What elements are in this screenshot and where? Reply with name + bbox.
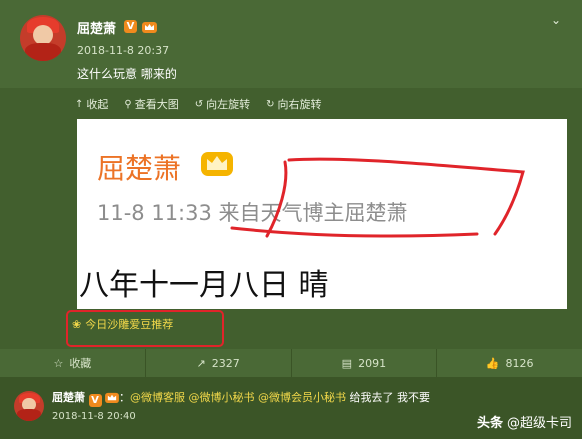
view-large-button[interactable]: ⚲ 查看大图: [124, 95, 178, 113]
commenter-avatar[interactable]: [14, 391, 44, 421]
clover-icon: ❀: [72, 317, 82, 331]
watermark: 头条 @超级卡司: [477, 412, 572, 431]
zoom-icon: ⚲: [124, 98, 132, 110]
weibo-post-card: 屈楚萧 V 2018-11-8 20:37 ⌄ 这什么玩意 哪来的 ↑ 收起 ⚲ 查…: [0, 0, 582, 439]
vip-crown-icon: [142, 22, 157, 33]
collapse-button[interactable]: ↑ 收起: [75, 95, 108, 113]
verified-badge-icon: V: [124, 20, 137, 33]
like-count: 8126: [505, 356, 534, 370]
repost-icon: ↗: [196, 356, 206, 370]
action-bar: ☆ 收藏 ↗ 2327 ▤ 2091 👍 8126: [0, 349, 582, 377]
repost-count: 2327: [211, 356, 240, 370]
watermark-brand: 头条: [476, 416, 503, 431]
comment-count: 2091: [358, 356, 387, 370]
post-time: 2018-11-8 20:37: [77, 44, 170, 57]
vip-crown-icon: [105, 392, 119, 403]
post-image[interactable]: 屈楚萧 11-8 11:33 来自天气博主屈楚萧 八年十一月八日 晴: [77, 119, 567, 309]
thumbs-up-icon: 👍: [485, 356, 500, 370]
author-avatar[interactable]: [20, 15, 66, 61]
image-toolbar: ↑ 收起 ⚲ 查看大图 ↺ 向左旋转 ↻ 向右旋转: [75, 95, 322, 113]
rotate-right-label: 向右旋转: [277, 98, 322, 111]
rotate-left-button[interactable]: ↺ 向左旋转: [195, 95, 250, 113]
comment-time: 2018-11-8 20:40: [52, 411, 136, 422]
like-button[interactable]: 👍 8126: [437, 349, 582, 377]
comment-body: 给我去了 我不要: [346, 391, 430, 404]
image-date-line: 八年十一月八日 晴: [79, 268, 329, 303]
rotate-right-button[interactable]: ↻ 向右旋转: [266, 95, 321, 113]
chevron-down-icon[interactable]: ⌄: [550, 14, 562, 26]
view-large-label: 查看大图: [134, 98, 179, 111]
rotate-right-icon: ↻: [266, 98, 275, 110]
arrow-up-icon: ↑: [75, 98, 84, 110]
collapse-label: 收起: [86, 98, 109, 111]
comment-colon: ：: [119, 391, 130, 404]
commenter-name[interactable]: 屈楚萧: [52, 391, 85, 404]
star-icon: ☆: [53, 356, 64, 370]
repost-button[interactable]: ↗ 2327: [146, 349, 292, 377]
rotate-left-label: 向左旋转: [206, 98, 251, 111]
post-text: 这什么玩意 哪来的: [77, 67, 177, 81]
author-name[interactable]: 屈楚萧: [77, 18, 116, 37]
watermark-handle: @超级卡司: [506, 416, 572, 431]
favorite-button[interactable]: ☆ 收藏: [0, 349, 146, 377]
comment-button[interactable]: ▤ 2091: [292, 349, 438, 377]
image-author-name: 屈楚萧: [97, 152, 182, 185]
verified-badge-icon: V: [88, 394, 102, 407]
promo-link[interactable]: ❀ 今日沙雕爱豆推荐: [72, 316, 173, 332]
comment-icon: ▤: [341, 356, 353, 370]
red-scribble: [230, 157, 525, 238]
comment-text: 屈楚萧 V ：@微博客服 @微博小秘书 @微博会员小秘书 给我去了 我不要: [52, 389, 430, 407]
comment-mentions[interactable]: @微博客服 @微博小秘书 @微博会员小秘书: [130, 391, 346, 404]
favorite-label: 收藏: [69, 357, 92, 370]
promo-label: 今日沙雕爱豆推荐: [85, 318, 174, 331]
rotate-left-icon: ↺: [194, 98, 204, 110]
